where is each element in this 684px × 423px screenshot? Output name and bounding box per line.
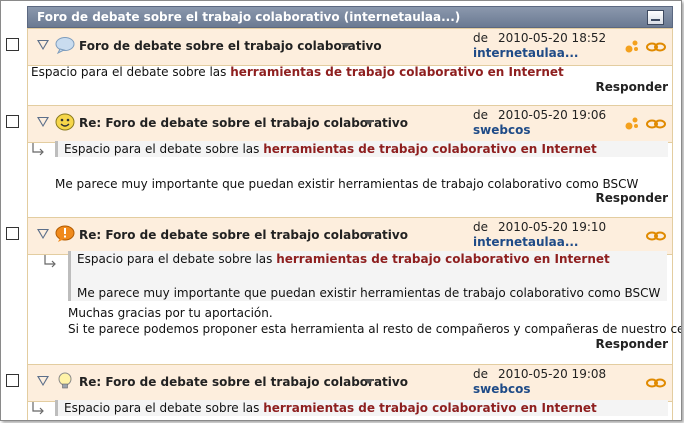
- post-2-header: Re: Foro de debate sobre el trabajo cola…: [28, 105, 672, 143]
- quoted-text: Espacio para el debate sobre las herrami…: [68, 251, 667, 301]
- post-author[interactable]: swebcos: [473, 123, 530, 137]
- post-4-checkbox[interactable]: [6, 374, 19, 387]
- post-date: 2010-05-20 18:52: [498, 31, 607, 45]
- forum-window: Foro de debate sobre el trabajo colabora…: [0, 0, 682, 421]
- post-3: Re: Foro de debate sobre el trabajo cola…: [27, 217, 681, 365]
- post-3-checkbox[interactable]: [6, 227, 19, 240]
- post-2: Re: Foro de debate sobre el trabajo cola…: [27, 105, 673, 217]
- forum-title-bar: Foro de debate sobre el trabajo colabora…: [27, 6, 673, 28]
- chain-link-icon[interactable]: [646, 118, 666, 130]
- post-author[interactable]: internetaulaa...: [473, 235, 579, 249]
- post-2-checkbox[interactable]: [6, 115, 19, 128]
- collapse-triangle-icon[interactable]: [37, 229, 49, 239]
- quoted-text: Espacio para el debate sobre las herrami…: [55, 141, 668, 157]
- speech-bubble-icon: [55, 37, 75, 54]
- lightbulb-icon: [58, 372, 72, 389]
- collapse-triangle-icon[interactable]: [37, 40, 49, 50]
- smiley-icon: [55, 113, 75, 131]
- post-3-header: Re: Foro de debate sobre el trabajo cola…: [28, 217, 672, 255]
- chain-link-icon[interactable]: [646, 230, 666, 242]
- post-4: Re: Foro de debate sobre el trabajo cola…: [27, 364, 673, 420]
- de-label: de: [473, 367, 488, 381]
- post-1-checkbox[interactable]: [6, 38, 19, 51]
- reply-arrow-icon: [32, 143, 44, 156]
- reply-link[interactable]: Responder: [595, 80, 668, 94]
- de-label: de: [473, 220, 488, 234]
- reply-arrow-icon: [44, 255, 56, 268]
- subject-menu-arrow-icon[interactable]: [364, 120, 374, 125]
- subject-menu-arrow-icon[interactable]: [341, 43, 351, 48]
- post-author[interactable]: internetaulaa...: [473, 46, 579, 60]
- forum-title: Foro de debate sobre el trabajo colabora…: [37, 10, 461, 24]
- post-1-header: Foro de debate sobre el trabajo colabora…: [28, 28, 672, 66]
- reply-arrow-icon: [32, 402, 44, 415]
- subject-menu-arrow-icon[interactable]: [364, 232, 374, 237]
- post-subject[interactable]: Foro de debate sobre el trabajo colabora…: [79, 39, 382, 53]
- post-4-header: Re: Foro de debate sobre el trabajo cola…: [28, 364, 672, 402]
- collapse-triangle-icon[interactable]: [37, 376, 49, 386]
- post-date: 2010-05-20 19:08: [498, 367, 607, 381]
- reply-link[interactable]: Responder: [595, 337, 668, 351]
- minimize-button[interactable]: [647, 10, 664, 25]
- post-date: 2010-05-20 19:10: [498, 220, 607, 234]
- quoted-text: Espacio para el debate sobre las herrami…: [55, 400, 668, 416]
- reply-link[interactable]: Responder: [595, 191, 668, 205]
- post-body: Me parece muy importante que puedan exis…: [55, 177, 639, 191]
- quoted-original: Espacio para el debate sobre las herrami…: [77, 252, 610, 266]
- post-1: Foro de debate sobre el trabajo colabora…: [27, 28, 673, 108]
- exclamation-icon: [55, 225, 75, 242]
- post-author[interactable]: swebcos: [473, 382, 530, 396]
- chain-link-icon[interactable]: [646, 377, 666, 389]
- post-body: Espacio para el debate sobre las herrami…: [31, 65, 564, 79]
- subject-menu-arrow-icon[interactable]: [364, 379, 374, 384]
- post-body-line-2: Si te parece podemos proponer esta herra…: [68, 322, 682, 336]
- post-date: 2010-05-20 19:06: [498, 108, 607, 122]
- post-body-line-1: Muchas gracias por tu aportación.: [68, 306, 273, 320]
- chain-link-icon[interactable]: [646, 41, 666, 53]
- people-icon[interactable]: [624, 116, 640, 132]
- post-subject[interactable]: Re: Foro de debate sobre el trabajo cola…: [79, 228, 408, 242]
- de-label: de: [473, 31, 488, 45]
- collapse-triangle-icon[interactable]: [37, 117, 49, 127]
- post-subject[interactable]: Re: Foro de debate sobre el trabajo cola…: [79, 375, 408, 389]
- post-subject[interactable]: Re: Foro de debate sobre el trabajo cola…: [79, 116, 408, 130]
- de-label: de: [473, 108, 488, 122]
- quoted-reply: Me parece muy importante que puedan exis…: [77, 286, 661, 300]
- people-icon[interactable]: [624, 39, 640, 55]
